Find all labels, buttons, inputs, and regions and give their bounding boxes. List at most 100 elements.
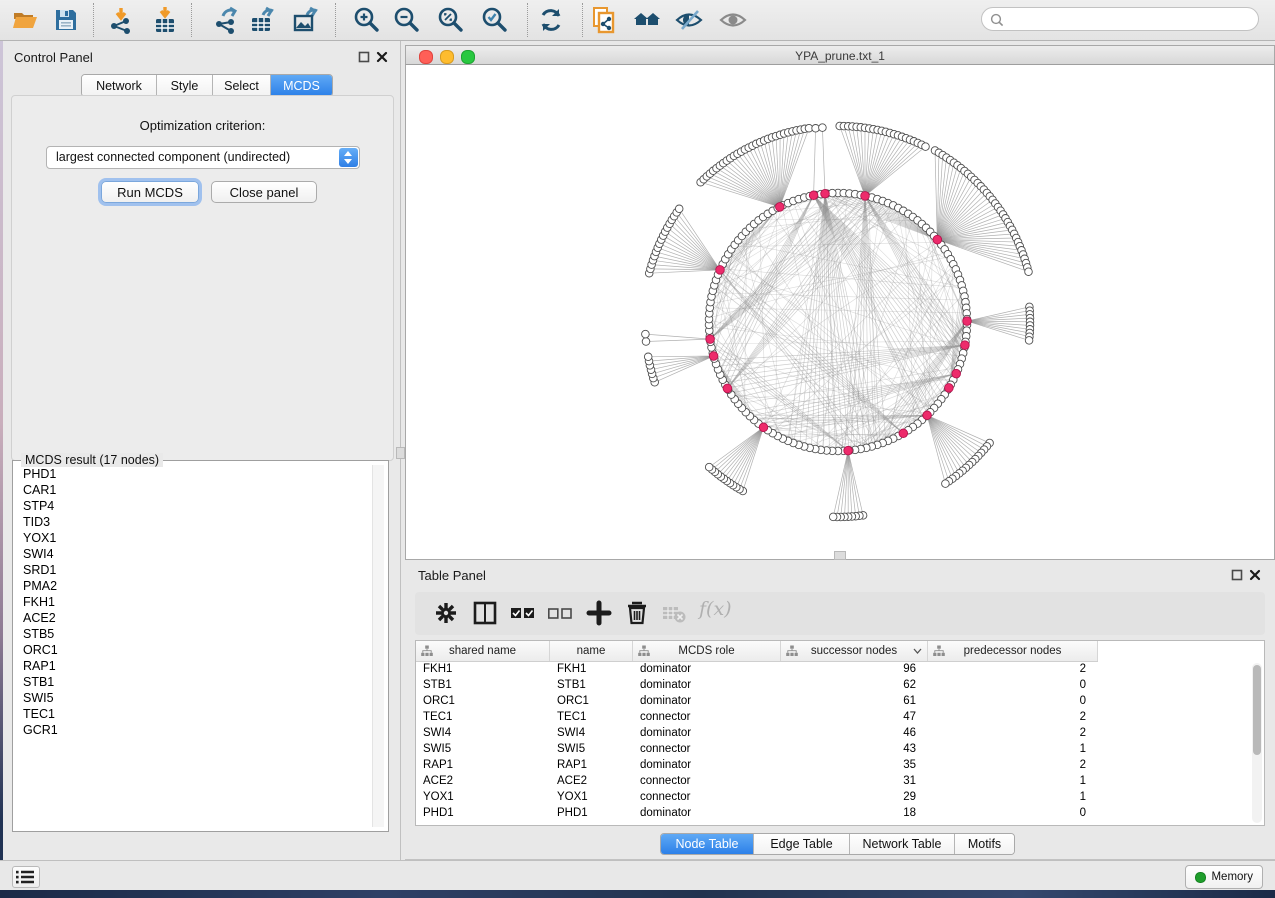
cell-predecessor_nodes[interactable]: 0 [928,806,1098,822]
control-panel-tab-network[interactable]: Network [82,75,157,96]
table-row-ACE2[interactable]: ACE2ACE2connector311 [416,774,1252,790]
select-all-checkboxes-icon[interactable] [510,600,536,626]
cell-mcds_role[interactable]: connector [633,790,781,806]
graph-leaf-node[interactable] [675,205,683,213]
mcds-result-item[interactable]: RAP1 [14,658,374,674]
column-header-predecessor-nodes[interactable]: predecessor nodes [928,641,1098,661]
graph-mcds-hub-node[interactable] [933,235,942,244]
cell-mcds_role[interactable]: dominator [633,726,781,742]
cell-name[interactable]: FKH1 [550,662,633,678]
cell-successor_nodes[interactable]: 31 [781,774,928,790]
graph-leaf-node[interactable] [642,338,650,346]
graph-mcds-hub-node[interactable] [716,266,725,275]
table-row-TEC1[interactable]: TEC1TEC1connector472 [416,710,1252,726]
zoom-in-icon[interactable] [352,6,380,34]
cell-shared_name[interactable]: RAP1 [416,758,550,774]
graph-mcds-hub-node[interactable] [899,429,908,438]
graph-mcds-hub-node[interactable] [821,189,830,198]
cell-name[interactable]: PHD1 [550,806,633,822]
hide-selected-icon[interactable] [675,6,703,34]
cell-predecessor_nodes[interactable]: 1 [928,774,1098,790]
graph-mcds-hub-node[interactable] [961,341,970,350]
cell-predecessor_nodes[interactable]: 0 [928,678,1098,694]
run-mcds-button[interactable]: Run MCDS [101,181,199,203]
mcds-result-item[interactable]: STP4 [14,498,374,514]
cell-mcds_role[interactable]: dominator [633,662,781,678]
graph-leaf-node[interactable] [829,513,837,521]
table-row-ORC1[interactable]: ORC1ORC1dominator610 [416,694,1252,710]
close-panel-icon[interactable] [376,51,388,63]
apply-preferred-layout-icon[interactable] [537,6,565,34]
cell-predecessor_nodes[interactable]: 2 [928,710,1098,726]
graph-mcds-hub-node[interactable] [861,192,870,201]
import-table-icon[interactable] [151,6,179,34]
new-network-from-selection-icon[interactable] [590,6,618,34]
zoom-out-icon[interactable] [392,6,420,34]
show-columns-icon[interactable] [472,600,498,626]
column-header-successor-nodes[interactable]: successor nodes [781,641,928,661]
cell-shared_name[interactable]: TEC1 [416,710,550,726]
table-panel-tab-node-table[interactable]: Node Table [661,834,754,854]
search-field[interactable] [981,7,1259,31]
import-network-icon[interactable] [107,6,135,34]
search-input[interactable] [1010,10,1254,30]
mcds-result-item[interactable]: CAR1 [14,482,374,498]
column-header-shared-name[interactable]: shared name [416,641,550,661]
table-row-SWI4[interactable]: SWI4SWI4dominator462 [416,726,1252,742]
mcds-result-item[interactable]: ACE2 [14,610,374,626]
mcds-result-item[interactable]: FKH1 [14,594,374,610]
table-row-STB1[interactable]: STB1STB1dominator620 [416,678,1252,694]
mcds-result-item[interactable]: YOX1 [14,530,374,546]
cell-name[interactable]: STB1 [550,678,633,694]
mcds-result-item[interactable]: TID3 [14,514,374,530]
graph-mcds-hub-node[interactable] [706,335,715,344]
graph-mcds-hub-node[interactable] [945,384,954,393]
first-neighbors-icon[interactable] [633,6,661,34]
cell-successor_nodes[interactable]: 46 [781,726,928,742]
mcds-result-item[interactable]: PHD1 [14,466,374,482]
save-session-icon[interactable] [52,6,80,34]
cell-mcds_role[interactable]: dominator [633,694,781,710]
export-network-icon[interactable] [212,6,240,34]
table-scrollbar-thumb[interactable] [1253,665,1261,755]
close-panel-icon[interactable] [1249,569,1261,581]
cell-name[interactable]: SWI4 [550,726,633,742]
mcds-result-item[interactable]: GCR1 [14,722,374,738]
table-row-RAP1[interactable]: RAP1RAP1dominator352 [416,758,1252,774]
cell-successor_nodes[interactable]: 18 [781,806,928,822]
graph-mcds-hub-node[interactable] [963,317,972,326]
float-panel-icon[interactable] [1231,569,1243,581]
float-panel-icon[interactable] [358,51,370,63]
graph-leaf-node[interactable] [1025,337,1033,345]
cell-mcds_role[interactable]: connector [633,774,781,790]
show-hidden-icon[interactable] [719,6,747,34]
mcds-result-item[interactable]: STB5 [14,626,374,642]
cell-successor_nodes[interactable]: 62 [781,678,928,694]
cell-shared_name[interactable]: STB1 [416,678,550,694]
cell-shared_name[interactable]: PHD1 [416,806,550,822]
cell-shared_name[interactable]: YOX1 [416,790,550,806]
cell-successor_nodes[interactable]: 47 [781,710,928,726]
mcds-result-item[interactable]: TEC1 [14,706,374,722]
graph-mcds-hub-node[interactable] [759,423,768,432]
table-row-YOX1[interactable]: YOX1YOX1connector291 [416,790,1252,806]
zoom-selected-icon[interactable] [480,6,508,34]
mcds-result-item[interactable]: PMA2 [14,578,374,594]
vertical-splitter-handle[interactable] [396,447,405,459]
table-row-FKH1[interactable]: FKH1FKH1dominator962 [416,662,1252,678]
cell-mcds_role[interactable]: connector [633,710,781,726]
graph-leaf-node[interactable] [922,143,930,151]
cell-predecessor_nodes[interactable]: 1 [928,742,1098,758]
export-image-icon[interactable] [292,6,320,34]
mcds-result-item[interactable]: SWI4 [14,546,374,562]
cell-name[interactable]: YOX1 [550,790,633,806]
cell-successor_nodes[interactable]: 96 [781,662,928,678]
deselect-all-checkboxes-icon[interactable] [547,600,573,626]
close-panel-button[interactable]: Close panel [211,181,317,203]
graph-leaf-node[interactable] [942,480,950,488]
cell-name[interactable]: TEC1 [550,710,633,726]
table-row-PHD1[interactable]: PHD1PHD1dominator180 [416,806,1252,822]
control-panel-tab-style[interactable]: Style [157,75,213,96]
mcds-result-item[interactable]: SRD1 [14,562,374,578]
add-column-icon[interactable] [586,600,612,626]
